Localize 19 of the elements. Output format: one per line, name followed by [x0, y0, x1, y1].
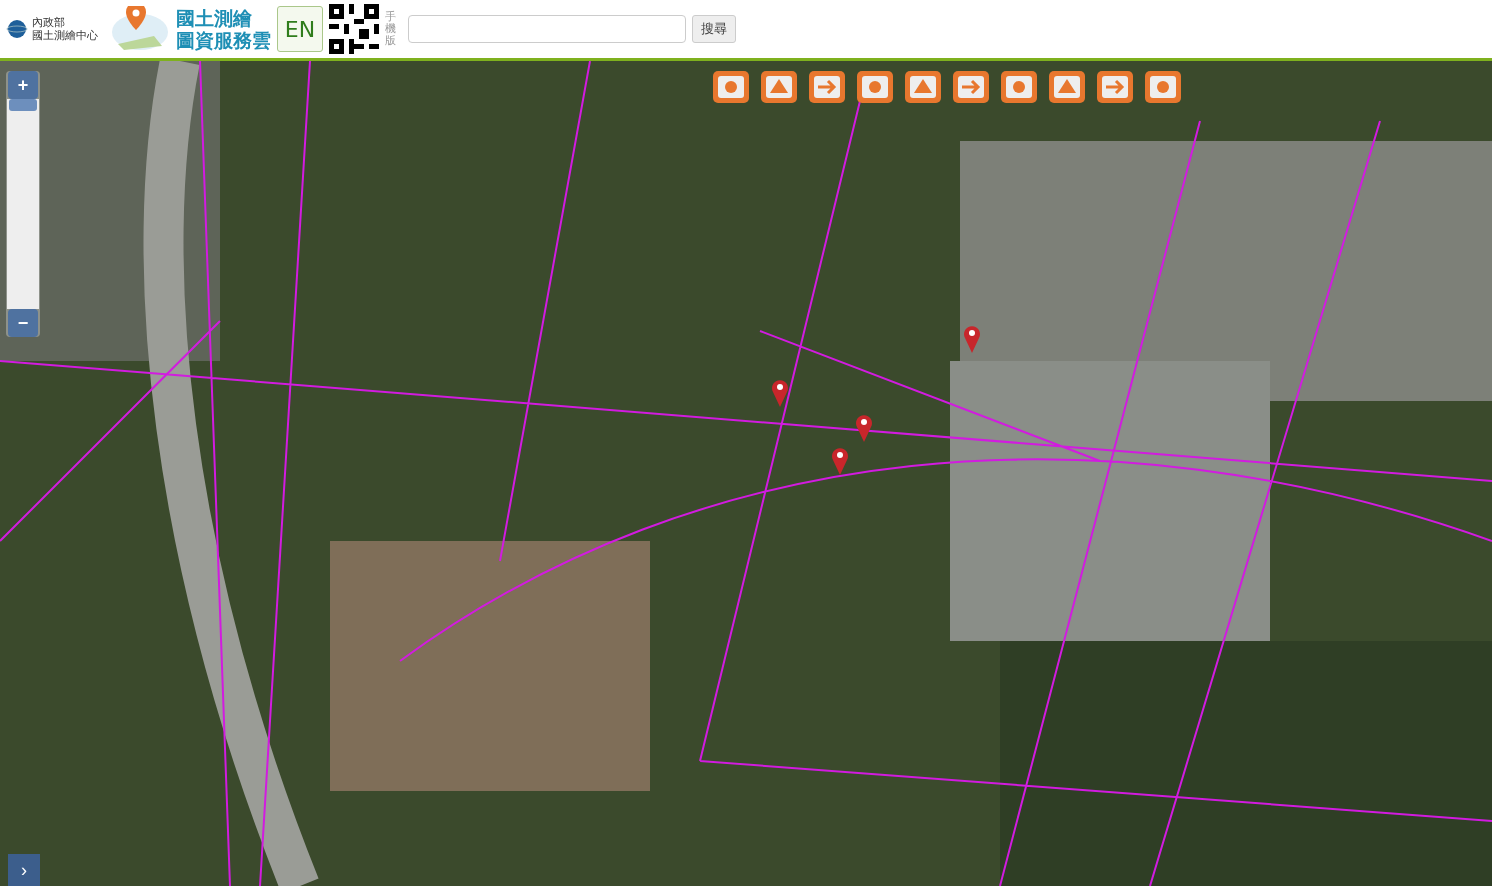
map-marker-icon[interactable]: [771, 378, 789, 408]
search-button[interactable]: 搜尋: [692, 15, 736, 43]
app-title: 國土測繪: [176, 7, 253, 29]
panel-toggle-button[interactable]: ›: [8, 854, 40, 886]
mobile-version-link[interactable]: 手機版: [385, 10, 396, 48]
zoom-in-button[interactable]: +: [8, 71, 38, 99]
zoom-out-button[interactable]: −: [8, 309, 38, 337]
map-marker-icon[interactable]: [963, 324, 981, 354]
map-marker-icon[interactable]: [855, 413, 873, 443]
language-button[interactable]: EN: [277, 6, 323, 52]
agency-name: 國土測繪中心: [32, 29, 98, 42]
agency-logo-icon: [6, 18, 28, 40]
search-field[interactable]: [408, 15, 686, 43]
agency-name: 內政部: [32, 16, 66, 29]
qr-code-icon: [329, 4, 379, 54]
zoom-slider-thumb[interactable]: [9, 99, 37, 111]
app-title: 圖資服務雲: [176, 29, 271, 51]
zoom-slider[interactable]: [7, 99, 39, 309]
map-marker-icon[interactable]: [831, 446, 849, 476]
